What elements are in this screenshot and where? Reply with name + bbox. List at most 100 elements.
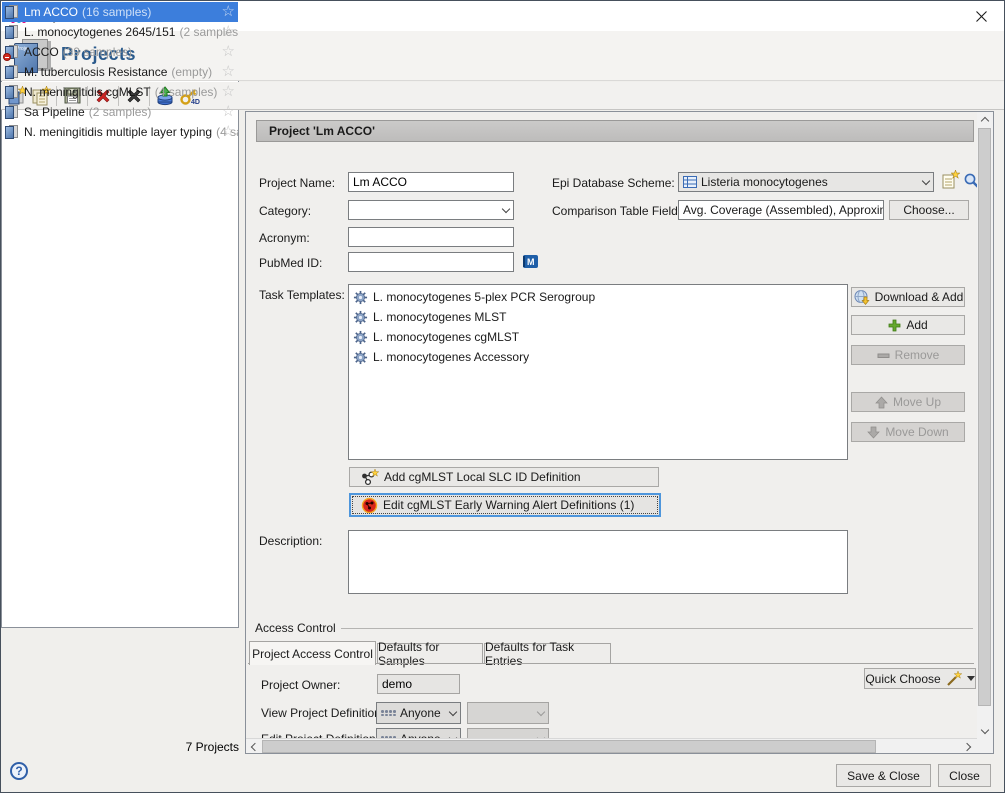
new-scheme-icon[interactable]: [941, 170, 960, 193]
project-name: M. tuberculosis Resistance: [24, 65, 167, 79]
task-templates-list[interactable]: L. monocytogenes 5-plex PCR Serogroup L.…: [348, 284, 848, 460]
scroll-right-arrow[interactable]: [961, 739, 976, 754]
gear-icon: [353, 350, 368, 365]
tab-defaults-for-task-entries[interactable]: Defaults for Task Entries: [484, 643, 611, 664]
view-project-definition-label: View Project Definition:: [261, 706, 384, 720]
project-name: Lm ACCO: [24, 5, 78, 19]
projects-dialog: Projects Proje Projects: [0, 0, 1005, 793]
project-icon: [4, 4, 20, 20]
pubmed-label: PubMed ID:: [259, 256, 322, 270]
project-list-item[interactable]: L. monocytogenes 2645/151 (2 samples) ☆: [2, 22, 238, 42]
view-project-definition-dropdown[interactable]: Anyone: [376, 702, 461, 724]
project-name: N. meningitidis cgMLST: [24, 85, 151, 99]
view-project-definition-sub-dropdown: [467, 702, 549, 724]
magic-wand-icon: [946, 671, 962, 687]
project-name: ACCO: [24, 45, 59, 59]
chevron-down-icon: [449, 707, 457, 715]
task-template-item[interactable]: L. monocytogenes 5-plex PCR Serogroup: [349, 287, 847, 307]
edit-alert-definitions-button[interactable]: Edit cgMLST Early Warning Alert Definiti…: [349, 493, 661, 517]
remove-template-button: Remove: [851, 345, 965, 365]
description-textarea[interactable]: [348, 530, 848, 594]
add-template-button[interactable]: Add: [851, 315, 965, 335]
move-up-button: Move Up: [851, 392, 965, 412]
access-control-group-label: Access Control: [255, 621, 336, 635]
cluster-icon: [360, 469, 379, 486]
horizontal-scrollbar[interactable]: [246, 738, 977, 754]
project-owner-field: [377, 674, 460, 694]
choose-fields-button[interactable]: Choose...: [889, 200, 969, 220]
chevron-down-icon: [502, 204, 510, 212]
project-detail-panel: Project 'Lm ACCO' Project Name: Category…: [245, 111, 994, 754]
project-list-item[interactable]: M. tuberculosis Resistance (empty) ☆: [2, 62, 238, 82]
project-count: (4 samples): [155, 85, 218, 99]
comparison-fields-label: Comparison Table Fields:: [552, 204, 687, 218]
gear-icon: [353, 310, 368, 325]
project-name: Sa Pipeline: [24, 105, 85, 119]
acronym-input[interactable]: [348, 227, 514, 247]
acronym-label: Acronym:: [259, 231, 310, 245]
gear-icon: [353, 290, 368, 305]
task-template-item[interactable]: L. monocytogenes Accessory: [349, 347, 847, 367]
favorite-star-icon[interactable]: ☆: [222, 63, 235, 81]
project-list-item[interactable]: N. meningitidis cgMLST (4 samples) ☆: [2, 82, 238, 102]
move-down-button: Move Down: [851, 422, 965, 442]
favorite-star-icon[interactable]: ☆: [222, 103, 235, 121]
project-icon-blocked: [4, 44, 20, 60]
project-name: N. meningitidis multiple layer typing: [24, 125, 212, 139]
epi-scheme-dropdown[interactable]: Listeria monocytogenes: [678, 172, 934, 192]
scroll-up-arrow[interactable]: [977, 112, 993, 127]
horizontal-scroll-thumb[interactable]: [262, 740, 876, 753]
pubmed-input[interactable]: [348, 252, 514, 272]
task-template-item[interactable]: L. monocytogenes MLST: [349, 307, 847, 327]
project-count: (2 samples): [89, 105, 152, 119]
table-icon: [683, 176, 697, 188]
svg-text:M: M: [527, 257, 535, 267]
arrow-down-icon: [867, 426, 880, 439]
project-list-item[interactable]: Sa Pipeline (2 samples) ☆: [2, 102, 238, 122]
minus-icon: [877, 349, 890, 362]
favorite-star-icon[interactable]: ☆: [222, 123, 235, 141]
vertical-scrollbar[interactable]: [977, 112, 993, 739]
close-icon: [976, 11, 987, 22]
tab-project-access-control[interactable]: Project Access Control: [249, 641, 376, 665]
chevron-down-icon: [922, 176, 930, 184]
favorite-star-icon[interactable]: ☆: [222, 23, 235, 41]
epi-scheme-label: Epi Database Scheme:: [552, 176, 675, 190]
pubmed-link-icon[interactable]: M: [522, 252, 540, 273]
project-icon: [4, 64, 20, 80]
save-close-button[interactable]: Save & Close: [836, 764, 931, 787]
favorite-star-icon[interactable]: ☆: [222, 3, 235, 21]
help-icon[interactable]: ?: [10, 762, 28, 780]
project-count: (empty): [171, 65, 212, 79]
scroll-left-arrow[interactable]: [246, 739, 261, 754]
project-list: Lm ACCO (16 samples) ☆ L. monocytogenes …: [1, 1, 239, 628]
project-name: L. monocytogenes 2645/151: [24, 25, 175, 39]
window-close-button[interactable]: [958, 1, 1004, 31]
tab-defaults-for-samples[interactable]: Defaults for Samples: [377, 643, 483, 664]
scroll-down-arrow[interactable]: [977, 724, 993, 739]
group-divider: [341, 628, 973, 629]
project-list-item[interactable]: ACCO (39 samples) ☆: [2, 42, 238, 62]
project-count: (16 samples): [82, 5, 151, 19]
favorite-star-icon[interactable]: ☆: [222, 83, 235, 101]
chevron-down-icon: [967, 676, 975, 681]
task-template-item[interactable]: L. monocytogenes cgMLST: [349, 327, 847, 347]
vertical-scroll-thumb[interactable]: [978, 128, 991, 706]
category-dropdown[interactable]: [348, 200, 514, 220]
project-icon: [4, 24, 20, 40]
project-list-item[interactable]: N. meningitidis multiple layer typing (4…: [2, 122, 238, 142]
comparison-fields-value: Avg. Coverage (Assembled), Approximate: [678, 200, 884, 220]
arrow-up-icon: [875, 396, 888, 409]
plus-icon: [888, 319, 901, 332]
favorite-star-icon[interactable]: ☆: [222, 43, 235, 61]
alert-icon: [361, 497, 378, 514]
project-name-input[interactable]: [348, 172, 514, 192]
task-templates-label: Task Templates:: [259, 288, 345, 302]
quick-choose-button[interactable]: Quick Choose: [864, 668, 976, 689]
close-button[interactable]: Close: [938, 764, 991, 787]
download-add-button[interactable]: Download & Add: [851, 287, 965, 307]
project-list-item[interactable]: Lm ACCO (16 samples) ☆: [2, 2, 238, 22]
add-slc-definition-button[interactable]: Add cgMLST Local SLC ID Definition: [349, 467, 659, 487]
project-icon: [4, 104, 20, 120]
epi-scheme-value: Listeria monocytogenes: [701, 175, 828, 189]
